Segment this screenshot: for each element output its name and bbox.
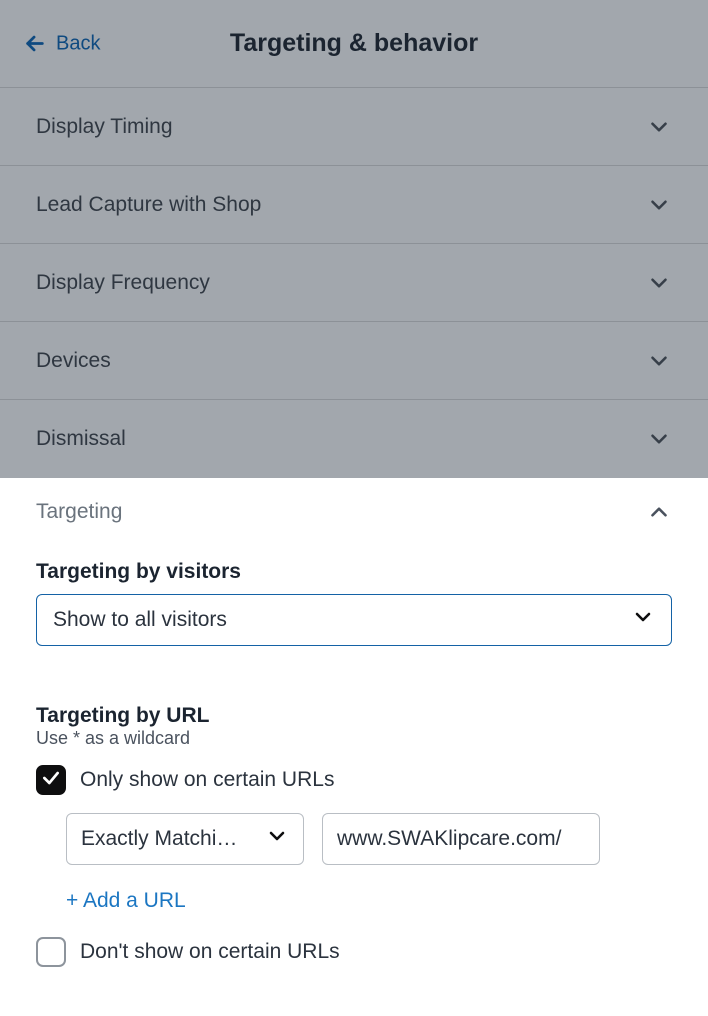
only-show-checkbox[interactable] [36,765,66,795]
chevron-down-icon [265,824,289,854]
page-title: Targeting & behavior [230,29,478,58]
back-button[interactable]: Back [24,32,100,55]
accordion-display-frequency[interactable]: Display Frequency [0,244,708,322]
accordion-label: Lead Capture with Shop [36,193,261,217]
dont-show-row: Don't show on certain URLs [36,937,672,967]
url-input[interactable] [322,813,600,865]
chevron-up-icon [646,499,672,525]
chevron-down-icon [646,192,672,218]
url-rule-row: Exactly Matchi… [66,813,672,865]
page-header: Back Targeting & behavior [0,0,708,88]
visitors-select[interactable]: Show to all visitors [36,594,672,646]
targeting-by-url-hint: Use * as a wildcard [36,728,672,749]
dont-show-checkbox[interactable] [36,937,66,967]
only-show-row: Only show on certain URLs [36,765,672,795]
accordion-label: Devices [36,349,111,373]
chevron-down-icon [646,348,672,374]
chevron-down-icon [646,426,672,452]
accordion-lead-capture[interactable]: Lead Capture with Shop [0,166,708,244]
add-url-link[interactable]: + Add a URL [66,889,186,913]
only-show-label: Only show on certain URLs [80,768,334,792]
match-mode-value: Exactly Matchi… [81,827,237,851]
accordion-label: Display Frequency [36,271,210,295]
accordion-display-timing[interactable]: Display Timing [0,88,708,166]
visitors-select-value: Show to all visitors [53,608,227,632]
accordion-label: Dismissal [36,427,126,451]
arrow-left-icon [24,33,46,55]
accordion-dismissal[interactable]: Dismissal [0,400,708,478]
chevron-down-icon [646,114,672,140]
accordion-targeting[interactable]: Targeting [0,478,708,538]
dont-show-label: Don't show on certain URLs [80,940,340,964]
chevron-down-icon [631,605,655,635]
chevron-down-icon [646,270,672,296]
match-mode-select[interactable]: Exactly Matchi… [66,813,304,865]
accordion-label: Display Timing [36,115,173,139]
targeting-by-visitors-label: Targeting by visitors [36,560,672,584]
back-label: Back [56,32,100,55]
targeting-section: Targeting Targeting by visitors Show to … [0,478,708,967]
accordion-devices[interactable]: Devices [0,322,708,400]
targeting-by-url-label: Targeting by URL [36,704,672,728]
accordion-label: Targeting [36,500,122,524]
check-icon [41,768,61,793]
